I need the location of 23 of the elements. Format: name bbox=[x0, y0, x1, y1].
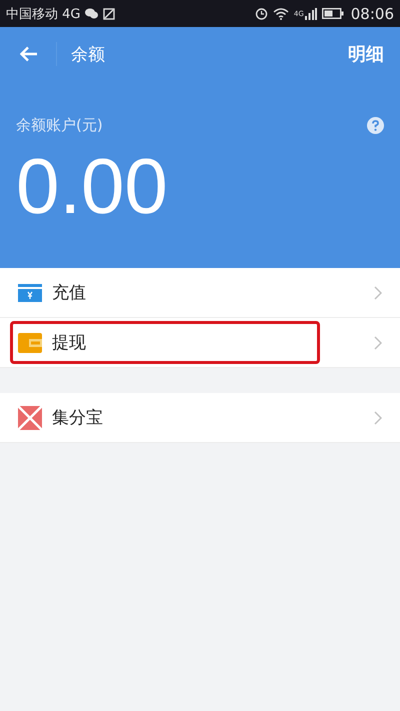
menu-row[interactable]: 提现 bbox=[0, 318, 400, 368]
menu-row[interactable]: 充值 bbox=[0, 268, 400, 318]
row-label: 提现 bbox=[52, 332, 87, 354]
help-icon[interactable] bbox=[367, 117, 384, 134]
signal-icon bbox=[304, 8, 317, 20]
alarm-icon bbox=[254, 7, 268, 20]
clock-time: 08:06 bbox=[350, 4, 394, 22]
balance-amount: 0.00 bbox=[16, 147, 169, 225]
menu-row[interactable]: 集分宝 bbox=[0, 393, 400, 443]
chevron-icon bbox=[374, 410, 382, 424]
row-label: 集分宝 bbox=[52, 407, 104, 429]
chat-icon bbox=[85, 8, 98, 19]
row-label: 充值 bbox=[52, 282, 87, 304]
battery-icon bbox=[322, 8, 344, 19]
back-icon bbox=[20, 46, 38, 62]
wifi-icon bbox=[272, 8, 289, 20]
chevron-icon bbox=[374, 286, 382, 300]
carrier-name: 中国移动 4G bbox=[6, 6, 80, 22]
balance-label: 余额账户(元) bbox=[16, 116, 103, 135]
page-title: 余额 bbox=[71, 44, 106, 66]
chevron-icon bbox=[374, 336, 382, 350]
cash-icon bbox=[18, 284, 42, 302]
wallet-icon bbox=[18, 332, 42, 352]
